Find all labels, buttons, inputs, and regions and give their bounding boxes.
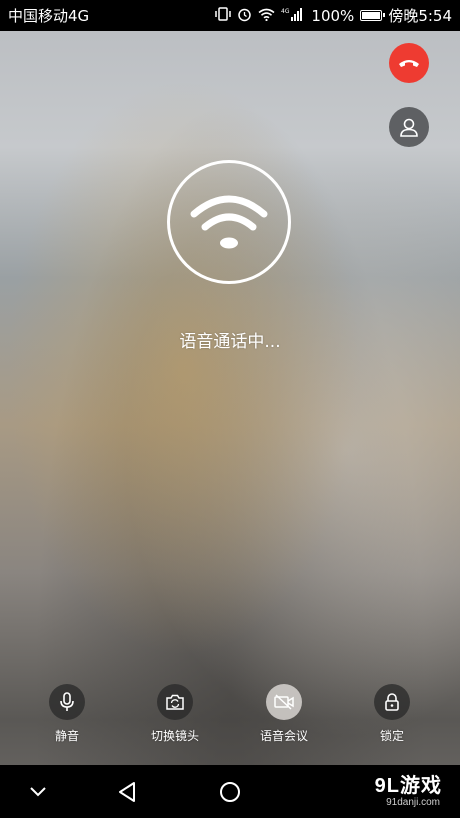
switch-camera-control[interactable]: 切换镜头 bbox=[125, 684, 225, 744]
switch-camera-button[interactable] bbox=[157, 684, 193, 720]
back-icon bbox=[119, 782, 135, 802]
lock-control[interactable]: 锁定 bbox=[342, 684, 442, 744]
mute-label: 静音 bbox=[54, 729, 79, 743]
watermark-logo: 9L游戏 bbox=[374, 775, 442, 797]
vibrate-icon bbox=[215, 7, 232, 24]
network-type-label: 4G bbox=[281, 8, 290, 15]
camera-switch-icon bbox=[166, 694, 184, 710]
signal-icon: 4G bbox=[281, 7, 305, 24]
voice-conference-control[interactable]: 语音会议 bbox=[234, 684, 334, 744]
battery-fill bbox=[362, 12, 381, 19]
phone-hangup-icon bbox=[399, 60, 419, 67]
carrier-label: 中国移动4G bbox=[8, 7, 90, 25]
nav-back-button[interactable] bbox=[114, 779, 140, 805]
hangup-button[interactable] bbox=[389, 43, 429, 83]
alarm-icon bbox=[237, 7, 252, 25]
lock-button[interactable] bbox=[374, 684, 410, 720]
lock-icon bbox=[385, 693, 399, 711]
mute-button[interactable] bbox=[49, 684, 85, 720]
battery-icon bbox=[360, 10, 386, 21]
contact-icon bbox=[400, 118, 418, 137]
status-icons: 4G 100% 傍晚5:54 bbox=[215, 5, 452, 26]
nav-hide-button[interactable] bbox=[25, 779, 51, 805]
wifi-icon bbox=[190, 195, 268, 249]
video-off-icon bbox=[274, 694, 294, 710]
clock: 傍晚5:54 bbox=[388, 7, 452, 25]
chevron-down-icon bbox=[30, 787, 46, 797]
battery-percent: 100% bbox=[311, 6, 355, 25]
contact-button[interactable] bbox=[389, 107, 429, 147]
home-icon bbox=[220, 782, 240, 802]
mute-control[interactable]: 静音 bbox=[17, 684, 117, 744]
wifi-status-icon bbox=[258, 8, 275, 24]
call-controls: 静音 切换镜头 语音会议 锁定 bbox=[0, 684, 460, 744]
status-bar: 中国移动4G 4G 100% 傍晚5:54 bbox=[0, 0, 460, 31]
watermark-url: 91danji.com bbox=[386, 797, 440, 808]
switch-camera-label: 切换镜头 bbox=[150, 729, 199, 743]
voice-call-indicator bbox=[167, 160, 291, 284]
lock-label: 锁定 bbox=[379, 729, 404, 743]
call-status-text: 语音通话中... bbox=[179, 332, 281, 352]
voice-conference-label: 语音会议 bbox=[259, 729, 308, 743]
microphone-icon bbox=[60, 692, 74, 711]
voice-conference-button[interactable] bbox=[266, 684, 302, 720]
nav-home-button[interactable] bbox=[217, 779, 243, 805]
